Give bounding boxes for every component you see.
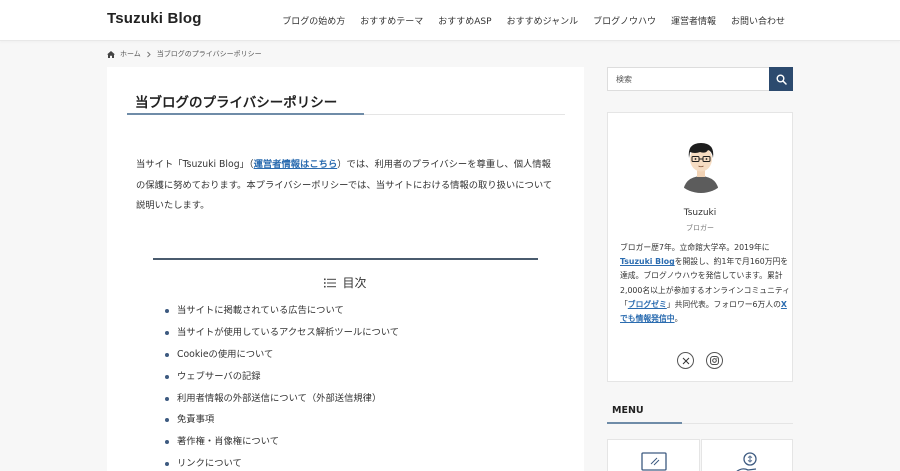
page-title: 当ブログのプライバシーポリシー xyxy=(135,95,338,111)
instagram-social-button[interactable] xyxy=(706,352,723,369)
site-logo[interactable]: Tsuzuki Blog xyxy=(107,10,202,27)
bio-link-seminar[interactable]: ブログゼミ xyxy=(628,300,667,309)
nav-item-genres[interactable]: おすすめジャンル xyxy=(507,14,579,27)
profile-card: Tsuzuki ブロガー ブロガー歴7年。立命館大学卒。2019年に Tsuzuk… xyxy=(607,112,793,382)
instagram-icon xyxy=(710,356,719,365)
toc-item-links[interactable]: リンクについて xyxy=(165,457,399,471)
chevron-right-icon xyxy=(146,51,151,57)
title-accent-line xyxy=(127,113,364,115)
global-nav: ブログの始め方 おすすめテーマ おすすめASP おすすめジャンル ブログノウハウ… xyxy=(282,0,785,40)
x-icon xyxy=(682,357,689,364)
menu-accent-line xyxy=(607,422,682,424)
profile-name: Tsuzuki xyxy=(683,208,717,218)
menu-title: MENU xyxy=(612,405,644,416)
avatar xyxy=(670,131,732,193)
home-icon xyxy=(107,50,115,58)
toc-item-ads[interactable]: 当サイトに掲載されている広告について xyxy=(165,304,399,326)
toc-item-disclaimer[interactable]: 免責事項 xyxy=(165,413,399,435)
toc-item-server-log[interactable]: ウェブサーバの記録 xyxy=(165,370,399,392)
nav-item-themes[interactable]: おすすめテーマ xyxy=(360,14,423,27)
menu-card-start-blog[interactable] xyxy=(607,439,700,471)
table-of-contents: 目次 当サイトに掲載されている広告について 当サイトが使用しているアクセス解析ツ… xyxy=(153,258,538,469)
nav-item-contact[interactable]: お問い合わせ xyxy=(731,14,785,27)
list-icon xyxy=(324,278,337,287)
breadcrumb-home[interactable]: ホーム xyxy=(120,49,141,59)
toc-list: 当サイトに掲載されている広告について 当サイトが使用しているアクセス解析ツールに… xyxy=(165,304,399,471)
x-social-button[interactable] xyxy=(677,352,694,369)
laptop-icon xyxy=(641,452,667,471)
nav-item-knowhow[interactable]: ブログノウハウ xyxy=(593,14,656,27)
search-icon xyxy=(776,74,787,85)
article-card: 当ブログのプライバシーポリシー 当サイト「Tsuzuki Blog」（運営者情報… xyxy=(107,67,584,471)
breadcrumb: ホーム 当ブログのプライバシーポリシー xyxy=(107,49,262,59)
intro-text-pre: 当サイト「Tsuzuki Blog」（ xyxy=(136,159,254,170)
money-hand-icon xyxy=(735,452,757,471)
site-header: Tsuzuki Blog ブログの始め方 おすすめテーマ おすすめASP おすす… xyxy=(0,0,900,41)
bio-text-1: ブロガー歴7年。立命館大学卒。2019年に xyxy=(620,243,770,252)
profile-bio: ブロガー歴7年。立命館大学卒。2019年にTsuzuki Blogを開設し、約1… xyxy=(620,241,790,326)
intro-paragraph: 当サイト「Tsuzuki Blog」（運営者情報はこちら）では、利用者のプライバ… xyxy=(136,155,556,217)
search-form xyxy=(607,67,793,91)
breadcrumb-current: 当ブログのプライバシーポリシー xyxy=(156,50,262,58)
nav-item-about[interactable]: 運営者情報 xyxy=(671,14,716,27)
toc-item-copyright[interactable]: 著作権・肖像権について xyxy=(165,435,399,457)
toc-item-analytics[interactable]: 当サイトが使用しているアクセス解析ツールについて xyxy=(165,326,399,348)
bio-text-3: 」共同代表。フォロワー6万人の xyxy=(666,299,781,309)
bio-link-blog[interactable]: Tsuzuki Blog xyxy=(620,257,675,266)
avatar-illustration xyxy=(670,131,732,193)
toc-title: 目次 xyxy=(342,276,367,290)
menu-card-monetize[interactable] xyxy=(700,439,793,471)
nav-item-asp[interactable]: おすすめASP xyxy=(438,14,491,27)
nav-item-getting-started[interactable]: ブログの始め方 xyxy=(282,14,345,27)
search-input[interactable] xyxy=(607,67,770,91)
menu-cards xyxy=(607,439,793,471)
toc-item-cookie[interactable]: Cookieの使用について xyxy=(165,348,399,370)
bio-text-4: 。 xyxy=(674,314,683,324)
profile-role: ブロガー xyxy=(686,224,714,232)
page-title-wrap: 当ブログのプライバシーポリシー xyxy=(127,89,565,115)
search-button[interactable] xyxy=(769,67,793,91)
toc-header: 目次 xyxy=(153,274,538,291)
toc-item-external-transmission[interactable]: 利用者情報の外部送信について（外部送信規律） xyxy=(165,392,399,414)
about-link[interactable]: 運営者情報はこちら xyxy=(254,159,338,170)
social-links xyxy=(608,352,792,369)
